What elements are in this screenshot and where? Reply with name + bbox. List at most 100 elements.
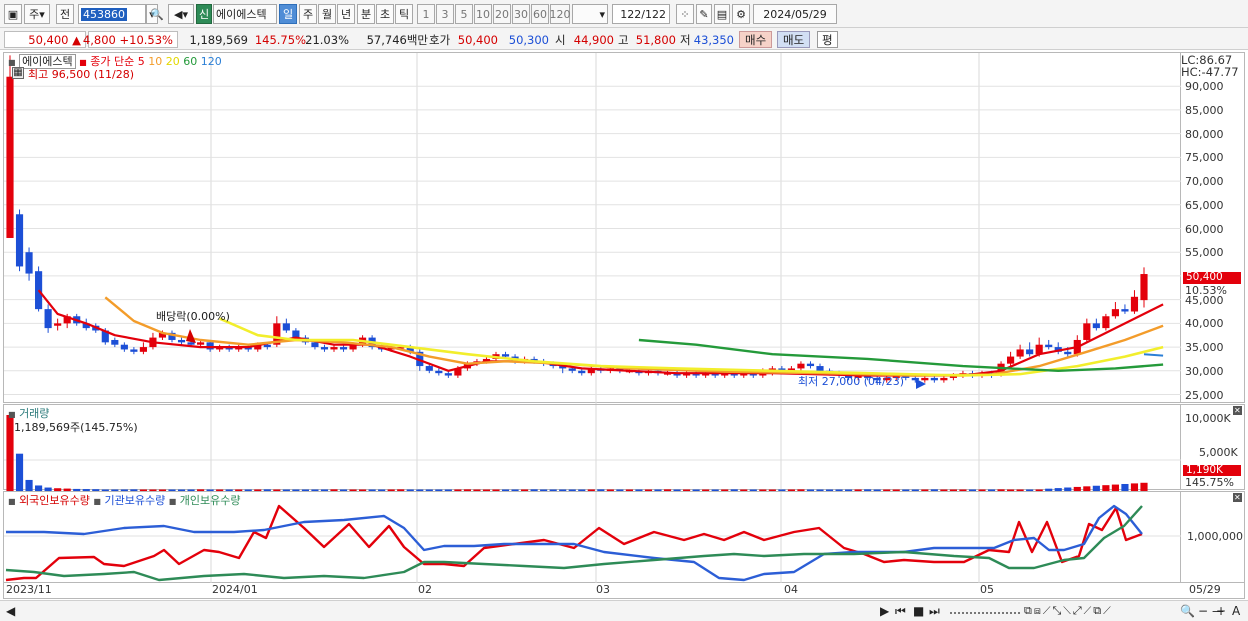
volume-note: 1,189,569주(145.75%) bbox=[14, 421, 138, 434]
interval-5-button[interactable]: 5 bbox=[455, 4, 473, 24]
forward-icon[interactable]: ⏭ bbox=[929, 604, 940, 619]
bar-count-total: /122 bbox=[641, 7, 666, 21]
institution-holdings-label: 기관보유수량 bbox=[104, 494, 166, 507]
last-price-pct: 10.53% bbox=[1185, 284, 1227, 297]
period-day-button[interactable]: 일 bbox=[279, 4, 297, 24]
period-month-button[interactable]: 월 bbox=[318, 4, 336, 24]
candle-body bbox=[1102, 316, 1110, 329]
candle-body bbox=[1083, 323, 1091, 340]
gear-icon[interactable]: ⚙ bbox=[732, 4, 750, 24]
candle-body bbox=[425, 366, 433, 371]
chart-bottom-bar: ◀ ▶ ⏮ ■ ⏭ ⧉⧈⟋⤡⟍⤢⟋⧉⟋ 🔍 − — + A bbox=[0, 600, 1248, 621]
period-week-button[interactable]: 주 bbox=[299, 4, 317, 24]
search-icon[interactable]: 🔍 bbox=[148, 4, 166, 24]
credit-badge: 신 bbox=[196, 4, 212, 24]
period-minute-button[interactable]: 분 bbox=[357, 4, 375, 24]
bar-count-field[interactable]: 122/122 bbox=[612, 4, 670, 24]
x-label-05: 05 bbox=[980, 583, 994, 596]
price-chart-svg[interactable] bbox=[4, 53, 1182, 404]
price-tick-6: 60,000 bbox=[1185, 222, 1224, 236]
hc-label: HC:-47.77 bbox=[1181, 65, 1239, 79]
volume-chart-svg[interactable] bbox=[4, 405, 1182, 491]
save-icon[interactable]: ▤ bbox=[714, 4, 730, 24]
stock-code-input[interactable]: 453860 bbox=[78, 4, 146, 24]
text-size-icon[interactable]: A bbox=[1232, 604, 1240, 618]
zoom-in-icon[interactable]: + bbox=[1216, 604, 1226, 618]
candle-body bbox=[816, 366, 824, 371]
bar-count-value: 122 bbox=[620, 7, 642, 21]
calendar-icon[interactable]: ▦ bbox=[12, 67, 24, 79]
scroll-left-icon[interactable]: ◀ bbox=[6, 604, 15, 618]
date-field[interactable]: 2024/05/29 bbox=[753, 4, 837, 24]
volume-pane[interactable]: ■ 거래량 1,189,569주(145.75%) bbox=[3, 404, 1182, 491]
zoom-slider[interactable] bbox=[950, 604, 1020, 614]
min-price-note: 최저 27,000 (04/23) bbox=[798, 375, 905, 388]
candle-body bbox=[1016, 349, 1024, 357]
period-tick-button[interactable]: 틱 bbox=[395, 4, 413, 24]
zoom-out-icon[interactable]: − bbox=[1198, 604, 1208, 618]
interval-30-button[interactable]: 30 bbox=[512, 4, 530, 24]
play-icon[interactable]: ▶ bbox=[880, 604, 889, 618]
candle-body bbox=[339, 347, 348, 350]
price-tick-11: 35,000 bbox=[1185, 341, 1224, 355]
x-axis: 2023/11 2024/01 02 03 04 05 05/29 bbox=[3, 583, 1245, 599]
volume-bullet-icon: ■ bbox=[8, 410, 16, 419]
market-select[interactable]: 주 ▾ bbox=[24, 4, 50, 24]
candle-body bbox=[54, 323, 62, 326]
candle-body bbox=[282, 323, 290, 331]
x-label-02: 02 bbox=[418, 583, 432, 596]
turnover-rate: 21.03% bbox=[305, 32, 349, 47]
interval-120-button[interactable]: 120 bbox=[550, 4, 571, 24]
candle-body bbox=[311, 342, 319, 348]
volume-bar bbox=[15, 453, 24, 491]
price-pane[interactable]: ■ 에이에스텍 ■ 종가 단순 5 10 20 60 120 ▦ 최고 96,5… bbox=[3, 52, 1182, 404]
period-second-button[interactable]: 초 bbox=[376, 4, 394, 24]
x-label-05-29: 05/29 bbox=[1189, 583, 1221, 596]
edit-icon[interactable]: ✎ bbox=[696, 4, 712, 24]
main-toolbar: ▣ 주 ▾ 전 453860 ▾ 🔍 ◀▾ 신 에이에스텍 일 주 월 년 분 초… bbox=[0, 0, 1248, 28]
candle-body bbox=[111, 339, 119, 345]
institution-holdings-line bbox=[6, 504, 1143, 582]
prev-button[interactable]: 전 bbox=[56, 4, 74, 24]
interval-10-button[interactable]: 10 bbox=[474, 4, 492, 24]
rewind-icon[interactable]: ⏮ bbox=[895, 604, 906, 619]
last-price-tag: 50,400 bbox=[1183, 272, 1241, 284]
speaker-icon[interactable]: ◀▾ bbox=[168, 4, 194, 24]
interval-20-button[interactable]: 20 bbox=[493, 4, 511, 24]
ma60-label: 60 bbox=[183, 55, 198, 68]
volume-bar bbox=[1121, 483, 1129, 491]
settings-grid-icon[interactable]: ⁘ bbox=[676, 4, 694, 24]
current-price: 50,400 ▲ bbox=[4, 31, 86, 48]
stop-icon[interactable]: ■ bbox=[913, 604, 924, 618]
holder-pane[interactable]: ■ 외국인보유수량 ■ 기관보유수량 ■ 개인보유수량 bbox=[3, 491, 1182, 584]
candle-body bbox=[806, 363, 815, 367]
candle-body bbox=[263, 344, 271, 348]
candle-body bbox=[1121, 309, 1129, 312]
foreign-bullet-icon: ■ bbox=[8, 497, 16, 506]
eval-button[interactable]: 평 bbox=[817, 31, 838, 48]
holder-axis: 1,000,000 ✕ bbox=[1181, 491, 1245, 583]
buy-button[interactable]: 매수 bbox=[739, 31, 773, 48]
holder-close-icon[interactable]: ✕ bbox=[1233, 493, 1242, 502]
legend-bullet-icon: ■ bbox=[8, 58, 16, 67]
interval-3-button[interactable]: 3 bbox=[436, 4, 454, 24]
interval-60-button[interactable]: 60 bbox=[531, 4, 549, 24]
x-label-04: 04 bbox=[784, 583, 798, 596]
low-price: 43,350 bbox=[693, 32, 734, 47]
sell-button[interactable]: 매도 bbox=[777, 31, 811, 48]
window-menu-icon[interactable]: ▣ bbox=[4, 4, 22, 24]
bid-price-2: 50,300 bbox=[508, 32, 549, 47]
last-volume-tag: 1,190K bbox=[1183, 465, 1241, 476]
period-year-button[interactable]: 년 bbox=[337, 4, 355, 24]
stock-name-field[interactable]: 에이에스텍 bbox=[213, 4, 277, 24]
candle-body bbox=[44, 309, 52, 329]
candle-body bbox=[35, 271, 43, 310]
candle-body bbox=[139, 347, 147, 352]
interval-custom-select[interactable]: ▾ bbox=[572, 4, 608, 24]
candle-body bbox=[130, 349, 138, 352]
drawing-tools-icons[interactable]: ⧉⧈⟋⤡⟍⤢⟋⧉⟋ bbox=[1024, 604, 1113, 618]
volume-close-icon[interactable]: ✕ bbox=[1233, 406, 1242, 415]
interval-1-button[interactable]: 1 bbox=[417, 4, 435, 24]
search-icon[interactable]: 🔍 bbox=[1180, 604, 1195, 618]
candle-body bbox=[1111, 309, 1119, 317]
